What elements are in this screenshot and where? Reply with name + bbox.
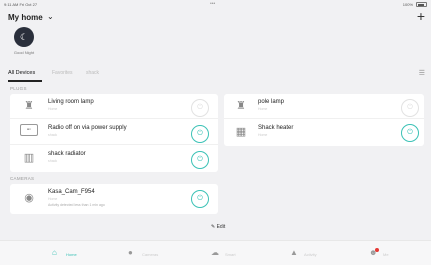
tabbar-label: Me [383, 252, 389, 257]
camera-icon: ◉ [24, 192, 34, 204]
bottom-tab-bar: ⌂ Home ● Cameras ☁ Smart ▲ Activity ☻ Me [0, 240, 431, 265]
tab-favorites[interactable]: Favorites [52, 70, 73, 76]
power-toggle[interactable]: ⏻ [191, 190, 209, 208]
tab-all-devices[interactable]: All Devices [8, 70, 35, 76]
scene-label: Good Night [13, 50, 35, 55]
power-toggle[interactable]: ⏻ [401, 99, 419, 117]
device-room: Home [258, 107, 268, 111]
cloud-icon: ☁ [211, 248, 219, 257]
device-name: pole lamp [258, 99, 285, 105]
tabbar-label: Cameras [142, 252, 159, 257]
camera-name: Kasa_Cam_F954 [48, 189, 95, 195]
plugs-card-left: ♜ Living room lamp Home ⏻ ▪▫ Radio off o… [10, 94, 218, 172]
tabbar-label: Activity [304, 252, 317, 257]
add-device-button[interactable]: + [417, 9, 425, 23]
device-room: Home [258, 133, 268, 137]
device-name: shack radiator [48, 151, 86, 157]
tabbar-label: Smart [225, 252, 236, 257]
lamp-icon: ♜ [24, 100, 34, 112]
camera-card[interactable]: ◉ Kasa_Cam_F954 Home Activity detected l… [10, 184, 218, 214]
status-battery-percent: 100% [402, 2, 413, 7]
device-room: shack [48, 133, 58, 137]
device-row[interactable]: ▦ Shack heater Home ⏻ [224, 120, 424, 145]
home-icon: ⌂ [52, 248, 57, 257]
radiator-icon: ▥ [23, 152, 35, 164]
tabbar-label: Home [66, 252, 77, 257]
edit-label: Edit [216, 224, 226, 230]
camera-room: Home [48, 197, 58, 201]
heater-icon: ▦ [235, 126, 247, 138]
power-toggle[interactable]: ⏻ [191, 151, 209, 169]
tab-shack[interactable]: shack [86, 70, 99, 76]
status-time: 9:11 AM Fri Oct 27 [4, 2, 38, 7]
camera-activity: Activity detected less than 1 min ago [48, 203, 105, 207]
section-cameras: CAMERAS [10, 176, 35, 181]
power-toggle[interactable]: ⏻ [401, 124, 419, 142]
plugs-card-right: ♜ pole lamp Home ⏻ ▦ Shack heater Home ⏻ [224, 94, 424, 146]
active-tab-indicator [8, 80, 42, 82]
device-room: shack [48, 159, 58, 163]
device-tabs: All Devices Favorites shack ☰ [0, 68, 431, 82]
list-view-icon[interactable]: ☰ [419, 69, 425, 77]
device-name: Living room lamp [48, 99, 94, 105]
device-room: Home [48, 107, 58, 111]
home-selector[interactable]: My home [8, 13, 43, 22]
moon-icon[interactable]: ☾ [14, 27, 34, 47]
status-dots: ••• [210, 1, 216, 7]
device-row[interactable]: ▪▫ Radio off on via power supply shack ⏻ [10, 120, 218, 145]
device-row[interactable]: ♜ pole lamp Home ⏻ [224, 94, 424, 119]
device-row[interactable]: ♜ Living room lamp Home ⏻ [10, 94, 218, 119]
pencil-icon: ✎ [211, 224, 216, 230]
plug-icon: ▪▫ [20, 124, 38, 136]
status-bar: 9:11 AM Fri Oct 27 ••• 100% [0, 0, 431, 9]
device-row[interactable]: ▥ shack radiator shack ⏻ [10, 146, 218, 171]
chevron-down-icon[interactable]: ⌄ [47, 12, 54, 21]
camera-icon: ● [128, 248, 133, 257]
device-name: Radio off on via power supply [48, 125, 127, 131]
battery-icon [416, 2, 427, 7]
power-toggle[interactable]: ⏻ [191, 99, 209, 117]
lamp-icon: ♜ [236, 100, 246, 112]
edit-button[interactable]: ✎ Edit [211, 224, 225, 230]
bell-icon: ▲ [290, 248, 298, 257]
section-plugs: PLUGS [10, 86, 27, 91]
power-toggle[interactable]: ⏻ [191, 125, 209, 143]
device-name: Shack heater [258, 125, 294, 131]
notification-badge [375, 248, 379, 252]
